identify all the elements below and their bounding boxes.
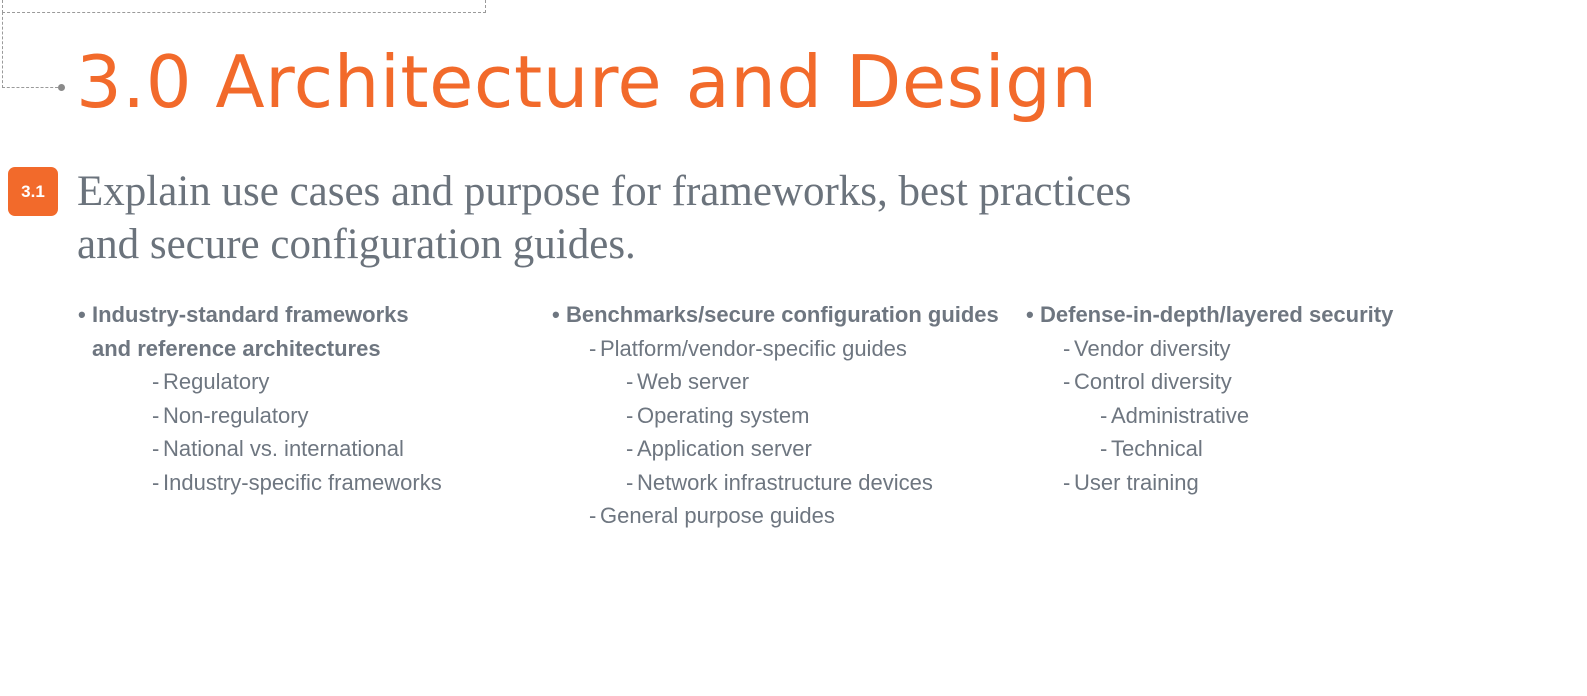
list-item-text: and reference architectures xyxy=(92,335,381,361)
dash-marker: - xyxy=(152,369,160,394)
topic-heading: and reference architectures xyxy=(78,332,442,366)
list-item: - Network infrastructure devices xyxy=(552,466,999,500)
list-item: - National vs. international xyxy=(78,432,442,466)
placeholder-guide-box xyxy=(2,0,486,13)
list-item: - Technical xyxy=(1026,432,1393,466)
bullet-marker: • xyxy=(78,302,86,327)
dash-marker: - xyxy=(1100,436,1108,461)
dash-marker: - xyxy=(626,402,634,428)
bullet-marker: • xyxy=(552,302,560,327)
list-item-text: Benchmarks/secure configuration guides xyxy=(566,302,999,327)
placeholder-anchor-dot xyxy=(58,84,65,91)
list-item-text: Vendor diversity xyxy=(1074,335,1231,361)
page-title: 3.0 Architecture and Design xyxy=(76,40,1098,124)
list-item-text: Application server xyxy=(637,436,812,461)
topic-column-benchmarks: • Benchmarks/secure configuration guides -… xyxy=(552,298,999,533)
list-item: - Application server xyxy=(552,432,999,466)
dash-marker: - xyxy=(1100,402,1108,428)
list-item-text: Platform/vendor-specific guides xyxy=(600,335,907,361)
dash-marker: - xyxy=(1063,369,1071,394)
list-item-text: User training xyxy=(1074,469,1199,495)
dash-marker: - xyxy=(589,503,597,528)
list-item-text: Administrative xyxy=(1111,402,1250,428)
list-item: - Industry-specific frameworks xyxy=(78,466,442,500)
bullet-marker: • xyxy=(1026,302,1034,327)
list-item-text: Non-regulatory xyxy=(163,402,309,428)
topic-column-defense-in-depth: • Defense-in-depth/layered security - Vendo… xyxy=(1026,298,1393,499)
list-item-text: Control diversity xyxy=(1074,369,1232,394)
dash-marker: - xyxy=(1063,335,1071,361)
dash-marker: - xyxy=(626,436,634,461)
list-item: - Control diversity xyxy=(1026,365,1393,399)
placeholder-guide-line xyxy=(2,12,3,88)
list-item: - User training xyxy=(1026,466,1393,500)
list-item-text: Industry-standard frameworks xyxy=(92,302,409,327)
placeholder-guide-connector xyxy=(2,87,58,88)
list-item-text: Operating system xyxy=(637,402,810,428)
list-item-text: Technical xyxy=(1111,436,1203,461)
list-item-text: Defense-in-depth/layered security xyxy=(1040,302,1394,327)
list-item: - General purpose guides xyxy=(552,499,999,533)
list-item-text: Industry-specific frameworks xyxy=(163,469,442,495)
dash-marker: - xyxy=(152,436,160,461)
objective-heading: Explain use cases and purpose for framew… xyxy=(77,168,1132,268)
topic-heading: • Defense-in-depth/layered security xyxy=(1026,298,1393,332)
list-item: - Operating system xyxy=(552,399,999,433)
list-item: - Administrative xyxy=(1026,399,1393,433)
list-item: - Platform/vendor-specific guides xyxy=(552,332,999,366)
topic-heading: • Benchmarks/secure configuration guides xyxy=(552,298,999,332)
list-item: - Non-regulatory xyxy=(78,399,442,433)
list-item-text: General purpose guides xyxy=(600,503,835,528)
list-item-text: Network infrastructure devices xyxy=(637,469,933,495)
objective-number-badge: 3.1 xyxy=(8,167,58,216)
dash-marker: - xyxy=(589,335,597,361)
dash-marker: - xyxy=(1063,469,1071,495)
dash-marker: - xyxy=(152,469,160,495)
list-item-text: National vs. international xyxy=(163,436,404,461)
list-item: - Regulatory xyxy=(78,365,442,399)
topic-heading: • Industry-standard frameworks xyxy=(78,298,442,332)
topic-column-frameworks: • Industry-standard frameworks and referen… xyxy=(78,298,442,499)
dash-marker: - xyxy=(152,402,160,428)
list-item-text: Web server xyxy=(637,369,750,394)
dash-marker: - xyxy=(626,469,634,495)
list-item: - Vendor diversity xyxy=(1026,332,1393,366)
dash-marker: - xyxy=(626,369,634,394)
list-item: - Web server xyxy=(552,365,999,399)
list-item-text: Regulatory xyxy=(163,369,270,394)
